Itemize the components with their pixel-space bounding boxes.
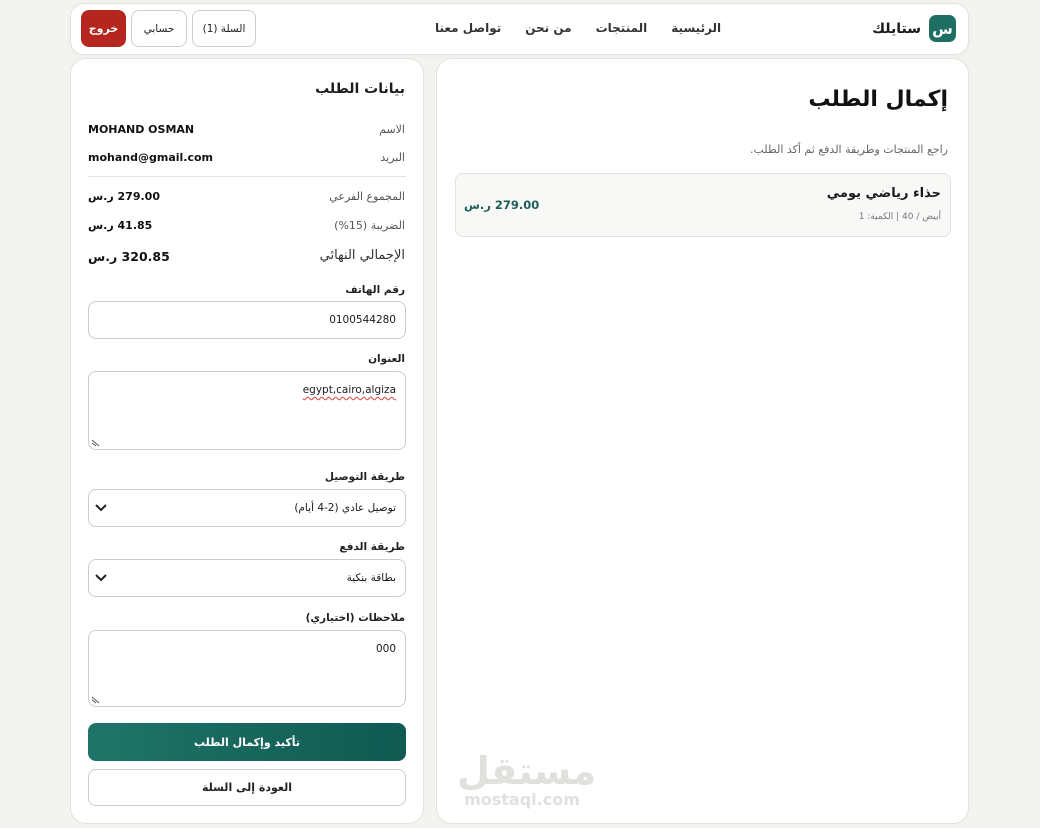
page-subtitle: راجع المنتجات وطريقة الدفع ثم أكد الطلب. <box>750 143 948 156</box>
name-label: الاسم <box>379 123 405 136</box>
email-label: البريد <box>380 151 405 164</box>
address-value: egypt,cairo,algiza <box>302 384 396 396</box>
page-title: إكمال الطلب <box>808 87 948 112</box>
subtotal-label: المجموع الفرعي <box>329 190 405 203</box>
nav-link-contact[interactable]: تواصل معنا <box>435 21 501 35</box>
nav-link-home[interactable]: الرئيسية <box>671 21 721 35</box>
delivery-value: توصيل عادي (2-4 أيام) <box>294 502 396 514</box>
payment-select[interactable]: بطاقة بنكية <box>88 559 406 597</box>
tax-value: 41.85 ر.س <box>88 219 153 232</box>
total-label: الإجمالي النهائي <box>319 248 405 263</box>
delivery-select[interactable]: توصيل عادي (2-4 أيام) <box>88 489 406 527</box>
confirm-order-button[interactable]: تأكيد وإكمال الطلب <box>88 723 406 761</box>
product-price: 279.00 ر.س <box>464 198 540 212</box>
tax-label: الضريبة (15%) <box>334 219 405 232</box>
divider <box>88 176 406 177</box>
logout-button[interactable]: خروج <box>81 10 126 47</box>
notes-label: ملاحظات (اختياري) <box>305 612 405 624</box>
brand-logo: س <box>929 15 956 42</box>
order-details-panel: بيانات الطلب الاسم MOHAND OSMAN البريد m… <box>70 58 424 824</box>
product-card: حذاء رياضي يومي أبيض / 40 | الكمية: 1 27… <box>455 173 951 237</box>
back-to-cart-button[interactable]: العودة إلى السلة <box>88 769 406 806</box>
name-value: MOHAND OSMAN <box>88 123 195 136</box>
brand-name: ستايلك <box>872 20 921 37</box>
checkout-main-panel: إكمال الطلب راجع المنتجات وطريقة الدفع ث… <box>436 58 969 824</box>
address-label: العنوان <box>368 353 405 365</box>
nav-link-products[interactable]: المنتجات <box>596 21 648 35</box>
phone-label: رقم الهاتف <box>345 284 405 296</box>
payment-value: بطاقة بنكية <box>346 572 396 584</box>
phone-field[interactable]: 0100544280 <box>88 301 406 339</box>
notes-field[interactable]: 000 <box>88 630 406 707</box>
resize-handle-icon[interactable] <box>91 694 101 704</box>
notes-value: 000 <box>375 643 396 655</box>
total-value: 320.85 ر.س <box>88 249 170 264</box>
watermark-english: mostaql.com <box>464 790 580 809</box>
chevron-down-icon <box>95 574 107 582</box>
product-name: حذاء رياضي يومي <box>826 186 941 201</box>
watermark-logo: مستقل mostaql.com <box>457 749 596 810</box>
email-value: mohand@gmail.com <box>88 151 213 164</box>
cart-button[interactable]: السلة (1) <box>192 10 256 47</box>
payment-label: طريقة الدفع <box>339 541 405 553</box>
chevron-down-icon <box>95 504 107 512</box>
address-field[interactable]: egypt,cairo,algiza <box>88 371 406 450</box>
delivery-label: طريقة التوصيل <box>324 471 405 483</box>
resize-handle-icon[interactable] <box>91 437 101 447</box>
watermark-arabic: مستقل <box>457 749 596 793</box>
account-button[interactable]: حسابي <box>131 10 187 47</box>
top-navbar: س ستايلك الرئيسية المنتجات من نحن تواصل … <box>70 3 969 55</box>
phone-value: 0100544280 <box>329 314 396 326</box>
subtotal-value: 279.00 ر.س <box>88 190 160 203</box>
nav-actions: خروج حسابي السلة (1) <box>81 10 256 47</box>
nav-link-about[interactable]: من نحن <box>525 21 571 35</box>
nav-links: الرئيسية المنتجات من نحن تواصل معنا <box>435 21 721 35</box>
order-details-title: بيانات الطلب <box>315 81 405 97</box>
product-meta: أبيض / 40 | الكمية: 1 <box>858 212 941 222</box>
brand[interactable]: س ستايلك <box>872 15 956 42</box>
